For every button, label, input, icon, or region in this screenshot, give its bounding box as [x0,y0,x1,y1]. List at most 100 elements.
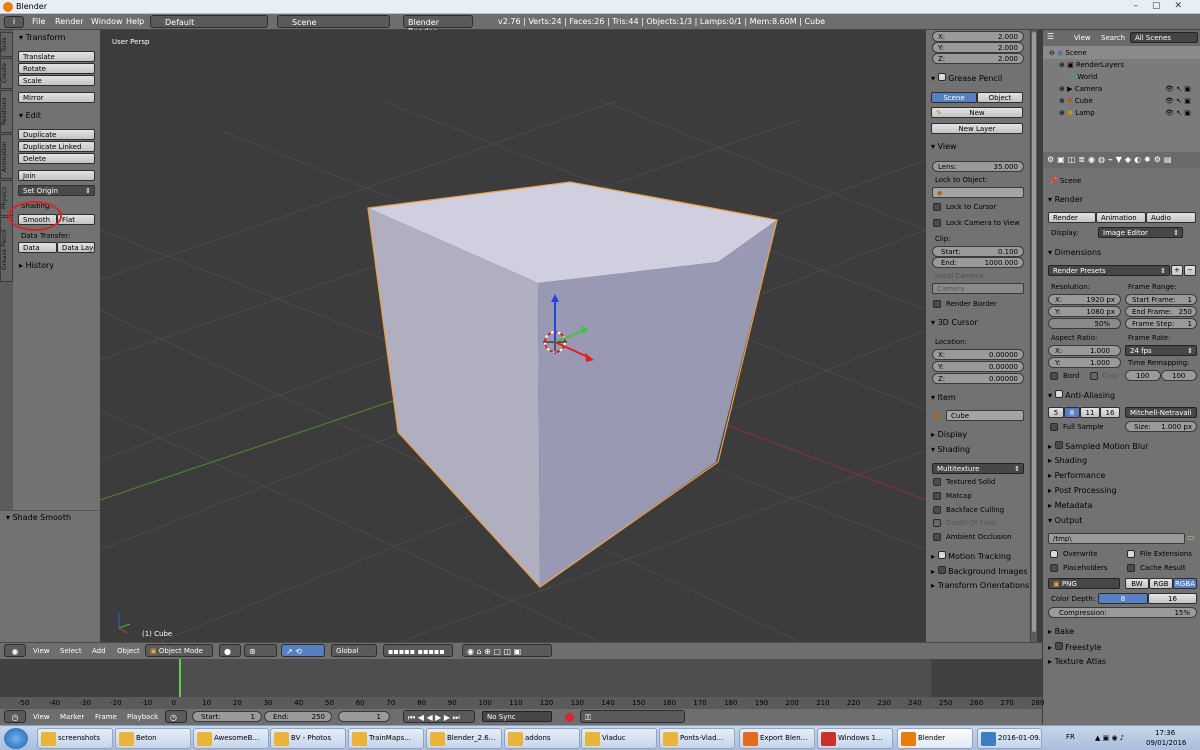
timeline-start-field[interactable]: Start: 1 [192,711,262,722]
ambient-occlusion-check[interactable] [933,533,941,541]
join-button[interactable]: Join [18,170,95,181]
transform-orientations-header[interactable]: ▸ Transform Orientations [931,581,1029,590]
resolution-y-field[interactable]: Y: 1080 px [1048,306,1121,317]
language-indicator[interactable]: FR [1066,733,1075,741]
outliner-display-select[interactable]: All Scenes [1130,32,1198,43]
clip-start-field[interactable]: Start: 0.100 [932,246,1024,257]
render-presets-select[interactable]: Render Presets ⇕ [1048,265,1170,276]
menu-render[interactable]: Render [55,17,83,26]
cache-result-check[interactable] [1127,564,1135,572]
background-images-header[interactable]: ▸ Background Images [931,566,1028,576]
layer-buttons[interactable]: ▪▪▪▪▪ ▪▪▪▪▪ [383,644,453,657]
gp-new-layer-button[interactable]: New Layer [931,123,1023,134]
timeline-marker-menu[interactable]: Marker [60,713,84,721]
keying-set-field[interactable]: ⚿ [580,710,685,723]
operator-panel-header[interactable]: ▾ Shade Smooth [6,513,71,522]
manipulator-toggle-icon[interactable]: ↗ ⟲ [281,644,325,657]
motion-blur-check[interactable] [1054,441,1063,449]
texture-atlas-header[interactable]: ▸ Texture Atlas [1048,657,1106,666]
frame-step-field[interactable]: Frame Step: 1 [1125,318,1197,329]
set-origin-menu[interactable]: Set Origin ⇕ [18,185,95,196]
local-camera-field[interactable]: Camera [932,283,1024,294]
matcap-check[interactable] [933,492,941,500]
tray-icons[interactable]: ▲ ▣ ◉ ♪ [1095,734,1124,742]
border-check[interactable] [1050,372,1058,380]
render-border-check[interactable] [933,300,941,308]
taskbar-item[interactable]: Viaduc [581,728,657,749]
menu-help[interactable]: Help [126,17,144,26]
dimensions-header[interactable]: ▾ Dimensions [1048,248,1101,257]
taskbar-item[interactable]: Windows 1... [817,728,893,749]
audio-button[interactable]: Audio [1146,212,1196,223]
scale-x-field[interactable]: X: 2.000 [932,31,1024,42]
item-panel-header[interactable]: ▾ Item [931,393,956,402]
textured-solid-check[interactable] [933,478,941,486]
history-panel-header[interactable]: ▸ History [19,261,54,270]
taskbar-item[interactable]: AwesomeB... [193,728,269,749]
time-remap-old-field[interactable]: 100 [1125,370,1161,381]
scene-select[interactable]: Scene [277,15,390,28]
gp-scene-button[interactable]: Scene [931,92,977,103]
frame-rate-select[interactable]: 24 fps ⇕ [1125,345,1197,356]
render-shading-header[interactable]: ▸ Shading [1048,456,1087,465]
duplicate-button[interactable]: Duplicate [18,129,95,140]
outliner-editor-icon[interactable]: ☰ [1047,32,1054,41]
backface-culling-check[interactable] [933,506,941,514]
motion-blur-header[interactable]: ▸ Sampled Motion Blur [1048,441,1148,451]
folder-icon[interactable]: ▭ [1187,533,1195,542]
gp-new-button[interactable]: ✎ New [931,107,1023,118]
render-engine-select[interactable]: Blender Render [403,15,473,36]
resolution-x-field[interactable]: X: 1920 px [1048,294,1121,305]
aa-samples-11[interactable]: 11 [1080,407,1100,418]
crop-check[interactable] [1090,372,1098,380]
outliner-search-menu[interactable]: Search [1101,34,1125,42]
aspect-y-field[interactable]: Y: 1.000 [1048,357,1121,368]
delete-button[interactable]: Delete [18,153,95,164]
bake-header[interactable]: ▸ Bake [1048,627,1074,636]
placeholders-check[interactable] [1050,564,1058,572]
end-frame-field[interactable]: End Frame: 250 [1125,306,1197,317]
taskbar-item[interactable]: screenshots [37,728,113,749]
editor-type-3d-icon[interactable]: ◉ [4,644,26,657]
taskbar-item[interactable]: BV - Photos [270,728,346,749]
scale-y-field[interactable]: Y: 2.000 [932,42,1024,53]
record-icon[interactable] [565,713,574,722]
color-bw-button[interactable]: BW [1125,578,1149,589]
flat-button[interactable]: Flat [57,214,95,225]
outliner-item-cube[interactable]: ⊕ ▼ Cube [1059,97,1093,105]
color-rgba-button[interactable]: RGBA [1173,578,1197,589]
current-frame-field[interactable]: 1 [338,711,390,722]
taskbar-item[interactable]: Blender_2.6... [426,728,502,749]
visibility-eye-icon[interactable]: 👁 ↖ ▣ [1165,85,1191,93]
taskbar-item[interactable]: Blender [897,728,973,749]
gp-object-button[interactable]: Object [977,92,1023,103]
scale-button[interactable]: Scale [18,75,95,86]
lock-object-field[interactable]: ◆ [932,187,1024,198]
post-processing-header[interactable]: ▸ Post Processing [1048,486,1117,495]
animation-button[interactable]: Animation [1096,212,1146,223]
start-button-icon[interactable] [4,728,28,749]
resolution-percent-slider[interactable]: 50% [1048,318,1121,329]
snap-tools-icons[interactable]: ◉ ⌂ ⊕ ▢ ◫ ▣ [462,644,552,657]
motion-tracking-check[interactable] [937,551,946,559]
viewport-shading-select[interactable]: ● [219,644,241,657]
transform-panel-header[interactable]: ▾ Transform [19,33,65,42]
duplicate-linked-button[interactable]: Duplicate Linked [18,141,95,152]
motion-tracking-header[interactable]: ▸ Motion Tracking [931,551,1011,561]
screen-layout-select[interactable]: Default [150,15,268,28]
file-format-select[interactable]: ▣ PNG [1048,578,1120,589]
lock-to-cursor-check[interactable] [933,203,941,211]
item-name-field[interactable]: Cube [946,410,1024,421]
object-menu[interactable]: Object [117,647,140,655]
output-header[interactable]: ▾ Output [1048,516,1082,525]
editor-type-timeline-icon[interactable]: ◷ [4,710,26,723]
lock-camera-check[interactable] [933,219,941,227]
3d-viewport[interactable]: User Persp (1) Cube [100,30,926,642]
view-menu[interactable]: View [33,647,50,655]
remove-preset-icon[interactable]: − [1184,265,1196,276]
lens-field[interactable]: Lens: 35.000 [932,161,1024,172]
aa-size-field[interactable]: Size: 1.000 px [1125,421,1197,432]
outliner-item-camera[interactable]: ⊕ ▶ Camera [1059,85,1102,93]
start-frame-field[interactable]: Start Frame: 1 [1125,294,1197,305]
timeline-end-field[interactable]: End: 250 [264,711,332,722]
